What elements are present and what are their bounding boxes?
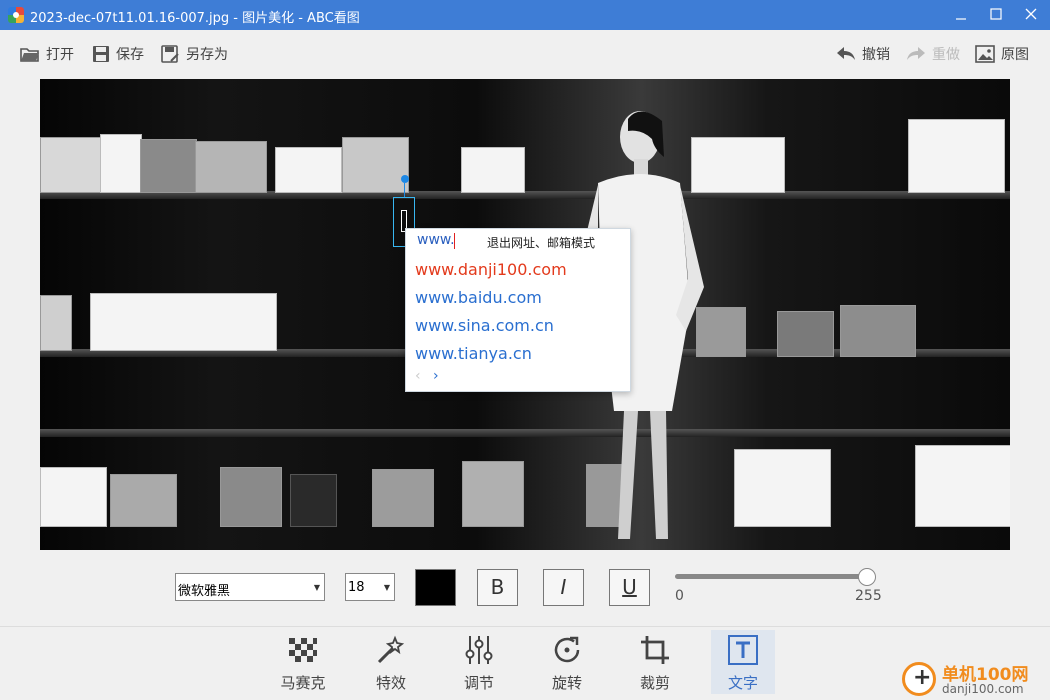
underline-button[interactable]: U <box>609 569 650 606</box>
original-button[interactable]: 原图 <box>975 43 1029 65</box>
book <box>90 293 277 351</box>
book <box>220 467 282 527</box>
site-watermark: 单机100网 danji100.com <box>902 658 1050 700</box>
opacity-max-label: 255 <box>855 588 882 604</box>
app-logo-icon <box>8 7 24 23</box>
book <box>275 147 342 193</box>
ime-prev-page[interactable]: ‹ <box>415 368 421 384</box>
undo-icon <box>837 47 855 60</box>
close-icon[interactable] <box>1014 0 1048 30</box>
original-label: 原图 <box>1001 47 1029 63</box>
font-family-select[interactable]: 微软雅黑 ▼ <box>175 573 325 601</box>
crop-icon <box>641 636 669 664</box>
tool-effects[interactable]: 特效 <box>359 630 423 694</box>
book <box>140 139 197 193</box>
tool-rotate-label: 旋转 <box>551 674 582 692</box>
book <box>342 137 409 193</box>
text-properties-bar <box>0 550 1050 627</box>
title-bar: 2023-dec-07t11.01.16-007.jpg - 图片美化 - AB… <box>0 0 1050 30</box>
ime-cursor <box>454 233 455 249</box>
tool-adjust[interactable]: 调节 <box>447 630 511 694</box>
watermark-url: danji100.com <box>942 682 1024 696</box>
save-icon <box>93 46 109 62</box>
book <box>195 141 267 193</box>
ime-candidate-4[interactable]: www.tianya.cn <box>415 344 532 363</box>
minimize-icon[interactable] <box>944 0 978 30</box>
book <box>372 469 434 527</box>
tool-text-label: 文字 <box>727 674 758 692</box>
book <box>840 305 916 357</box>
tool-mosaic[interactable]: 马赛克 <box>271 630 335 694</box>
redo-icon <box>907 47 925 60</box>
ime-candidate-1[interactable]: www.danji100.com <box>415 260 567 279</box>
ime-next-page[interactable]: › <box>433 368 439 384</box>
window-title: 2023-dec-07t11.01.16-007.jpg - 图片美化 - AB… <box>30 11 360 26</box>
book <box>100 134 142 193</box>
redo-label: 重做 <box>932 47 960 63</box>
shelf <box>40 429 1010 437</box>
italic-button[interactable]: I <box>543 569 584 606</box>
font-size-value: 18 <box>348 580 365 595</box>
tool-crop-label: 裁剪 <box>639 674 670 692</box>
save-as-icon <box>161 45 179 63</box>
font-size-select[interactable]: 18 ▼ <box>345 573 395 601</box>
undo-label: 撤销 <box>862 47 890 63</box>
tool-crop[interactable]: 裁剪 <box>623 630 687 694</box>
save-as-button[interactable]: 另存为 <box>161 43 228 65</box>
save-as-label: 另存为 <box>186 47 228 63</box>
text-icon <box>728 635 758 665</box>
tool-text[interactable]: 文字 <box>711 630 775 694</box>
book <box>915 445 1010 527</box>
ime-candidate-2[interactable]: www.baidu.com <box>415 288 542 307</box>
tool-mosaic-label: 马赛克 <box>280 674 326 692</box>
magic-wand-icon <box>377 635 405 664</box>
main-toolbar: 打开 保存 另存为 撤销 重做 原图 <box>0 30 1050 78</box>
tool-rotate[interactable]: 旋转 <box>535 630 599 694</box>
mosaic-icon <box>289 638 317 662</box>
ime-candidate-3[interactable]: www.sina.com.cn <box>415 316 554 335</box>
font-family-value: 微软雅黑 <box>178 584 231 599</box>
handle-line <box>404 183 405 197</box>
save-button[interactable]: 保存 <box>92 43 144 65</box>
watermark-logo-icon <box>902 662 936 696</box>
book <box>290 474 337 527</box>
bold-button[interactable]: B <box>477 569 518 606</box>
chevron-down-icon: ▼ <box>313 583 320 592</box>
edit-tools-bar <box>0 627 1050 700</box>
rotate-icon <box>554 636 580 663</box>
opacity-min-label: 0 <box>675 588 684 604</box>
book <box>110 474 177 527</box>
folder-icon <box>20 48 39 62</box>
image-icon <box>975 45 995 63</box>
open-button[interactable]: 打开 <box>20 43 74 65</box>
ime-composition: www. <box>417 232 455 248</box>
book <box>40 137 102 193</box>
book <box>40 467 107 527</box>
maximize-icon[interactable] <box>979 0 1013 30</box>
text-rotate-handle[interactable] <box>401 175 409 183</box>
opacity-slider-track[interactable] <box>675 574 866 579</box>
book <box>462 461 524 527</box>
undo-button[interactable]: 撤销 <box>836 43 890 65</box>
open-label: 打开 <box>46 47 74 63</box>
tool-adjust-label: 调节 <box>463 674 494 692</box>
ime-exit-url-mode[interactable]: 退出网址、邮箱模式 <box>487 234 595 251</box>
ime-candidate-popup: www. 退出网址、邮箱模式 www.danji100.com www.baid… <box>405 228 631 392</box>
chevron-down-icon: ▼ <box>383 583 390 592</box>
book <box>461 147 525 193</box>
redo-button[interactable]: 重做 <box>906 43 960 65</box>
book <box>40 295 72 351</box>
tool-effects-label: 特效 <box>375 674 406 692</box>
save-label: 保存 <box>116 47 144 63</box>
book <box>777 311 834 357</box>
book <box>908 119 1005 193</box>
text-color-picker[interactable] <box>415 569 456 606</box>
opacity-slider-thumb[interactable] <box>858 568 876 586</box>
sliders-icon <box>465 636 493 664</box>
